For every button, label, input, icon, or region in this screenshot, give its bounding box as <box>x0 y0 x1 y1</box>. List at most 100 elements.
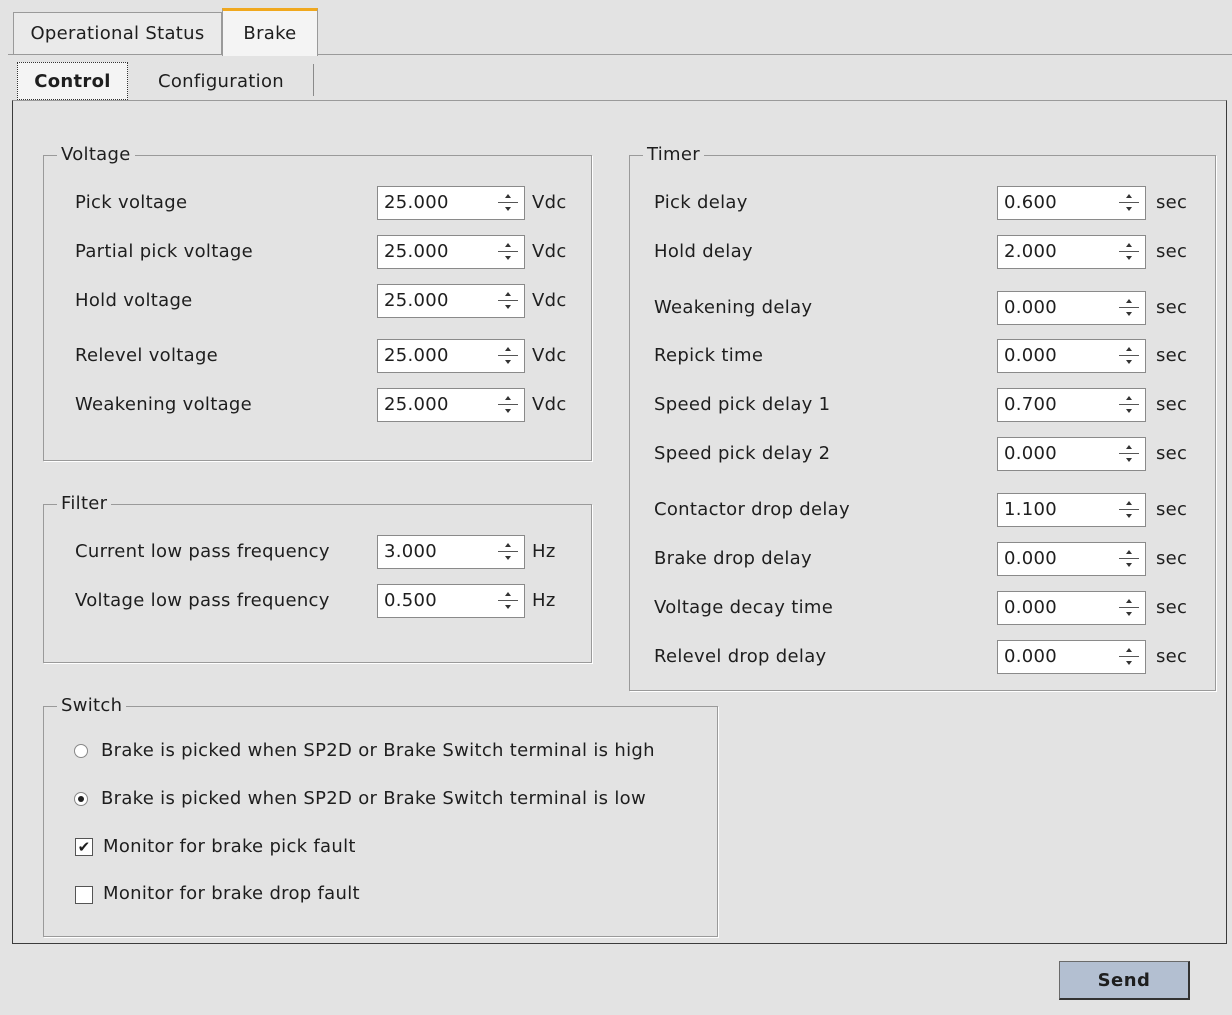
spin-buttons <box>494 343 522 369</box>
spin-buttons <box>1115 190 1143 216</box>
spin-down-icon[interactable] <box>1115 608 1143 620</box>
spin-value[interactable]: 0.700 <box>1004 394 1057 416</box>
spin-box[interactable]: 0.600 <box>997 186 1146 220</box>
field-label: Weakening voltage <box>75 394 253 415</box>
spin-down-icon[interactable] <box>1115 405 1143 417</box>
spin-up-icon[interactable] <box>494 392 522 404</box>
spin-down-icon[interactable] <box>1115 454 1143 466</box>
spin-box[interactable]: 25.000 <box>377 284 525 318</box>
unit-label: Vdc <box>532 290 567 311</box>
spin-value[interactable]: 25.000 <box>384 394 449 416</box>
field-label: Weakening delay <box>654 297 813 318</box>
spin-down-icon[interactable] <box>494 356 522 368</box>
spin-box[interactable]: 0.500 <box>377 584 525 618</box>
spin-box[interactable]: 25.000 <box>377 388 525 422</box>
spin-down-icon[interactable] <box>1115 657 1143 669</box>
spin-buttons <box>1115 595 1143 621</box>
spin-down-icon[interactable] <box>1115 203 1143 215</box>
spin-value[interactable]: 25.000 <box>384 345 449 367</box>
spin-up-icon[interactable] <box>1115 392 1143 404</box>
spin-up-icon[interactable] <box>494 539 522 551</box>
spin-down-icon[interactable] <box>494 252 522 264</box>
spin-value[interactable]: 0.000 <box>1004 443 1057 465</box>
spin-up-icon[interactable] <box>1115 595 1143 607</box>
field-label: Speed pick delay 1 <box>654 394 831 415</box>
spin-box[interactable]: 2.000 <box>997 235 1146 269</box>
tab-brake[interactable]: Brake <box>222 8 318 56</box>
spin-box[interactable]: 0.000 <box>997 437 1146 471</box>
spin-box[interactable]: 0.000 <box>997 339 1146 373</box>
spin-box[interactable]: 1.100 <box>997 493 1146 527</box>
tab-operational-status[interactable]: Operational Status <box>13 12 222 54</box>
spin-up-icon[interactable] <box>1115 343 1143 355</box>
field-label: Voltage low pass frequency <box>75 590 330 611</box>
spin-value[interactable]: 0.500 <box>384 590 437 612</box>
spin-value[interactable]: 0.000 <box>1004 646 1057 668</box>
spin-up-icon[interactable] <box>1115 546 1143 558</box>
spin-buttons <box>1115 644 1143 670</box>
spin-down-icon[interactable] <box>1115 559 1143 571</box>
spin-value[interactable]: 25.000 <box>384 192 449 214</box>
radio-terminal-high[interactable] <box>74 744 88 758</box>
unit-label: Vdc <box>532 192 567 213</box>
spin-up-icon[interactable] <box>1115 497 1143 509</box>
subtab-control[interactable]: Control <box>17 62 128 100</box>
checkbox-brake-pick-fault-label[interactable]: Monitor for brake pick fault <box>103 836 356 858</box>
spin-value[interactable]: 0.600 <box>1004 192 1057 214</box>
spin-value[interactable]: 25.000 <box>384 241 449 263</box>
radio-terminal-high-label[interactable]: Brake is picked when SP2D or Brake Switc… <box>101 740 655 762</box>
spin-box[interactable]: 0.000 <box>997 542 1146 576</box>
spin-up-icon[interactable] <box>1115 295 1143 307</box>
spin-value[interactable]: 0.000 <box>1004 597 1057 619</box>
spin-box[interactable]: 0.000 <box>997 291 1146 325</box>
spin-down-icon[interactable] <box>494 301 522 313</box>
spin-up-icon[interactable] <box>494 239 522 251</box>
spin-buttons <box>1115 546 1143 572</box>
checkbox-brake-pick-fault[interactable]: ✔ <box>75 838 93 856</box>
unit-label: sec <box>1156 499 1188 520</box>
spin-box[interactable]: 25.000 <box>377 235 525 269</box>
spin-up-icon[interactable] <box>494 343 522 355</box>
spin-value[interactable]: 3.000 <box>384 541 437 563</box>
spin-up-icon[interactable] <box>1115 190 1143 202</box>
subtab-label: Configuration <box>158 70 284 92</box>
spin-up-icon[interactable] <box>494 588 522 600</box>
send-button[interactable]: Send <box>1059 961 1190 1000</box>
spin-buttons <box>1115 441 1143 467</box>
spin-value[interactable]: 0.000 <box>1004 548 1057 570</box>
spin-box[interactable]: 25.000 <box>377 186 525 220</box>
spin-value[interactable]: 2.000 <box>1004 241 1057 263</box>
spin-box[interactable]: 0.000 <box>997 591 1146 625</box>
radio-terminal-low[interactable] <box>74 792 88 806</box>
unit-label: Hz <box>532 590 556 611</box>
spin-box[interactable]: 25.000 <box>377 339 525 373</box>
spin-up-icon[interactable] <box>494 288 522 300</box>
spin-up-icon[interactable] <box>1115 644 1143 656</box>
spin-box[interactable]: 0.700 <box>997 388 1146 422</box>
spin-down-icon[interactable] <box>1115 252 1143 264</box>
spin-up-icon[interactable] <box>1115 239 1143 251</box>
checkbox-brake-drop-fault[interactable] <box>75 886 93 904</box>
spin-down-icon[interactable] <box>494 203 522 215</box>
spin-value[interactable]: 0.000 <box>1004 345 1057 367</box>
spin-down-icon[interactable] <box>1115 510 1143 522</box>
spin-up-icon[interactable] <box>494 190 522 202</box>
spin-box[interactable]: 0.000 <box>997 640 1146 674</box>
checkbox-brake-drop-fault-label[interactable]: Monitor for brake drop fault <box>103 883 360 905</box>
spin-down-icon[interactable] <box>494 601 522 613</box>
unit-label: sec <box>1156 241 1188 262</box>
spin-down-icon[interactable] <box>1115 308 1143 320</box>
subtab-configuration[interactable]: Configuration <box>134 62 308 100</box>
spin-value[interactable]: 1.100 <box>1004 499 1057 521</box>
spin-box[interactable]: 3.000 <box>377 535 525 569</box>
spin-down-icon[interactable] <box>494 552 522 564</box>
spin-value[interactable]: 25.000 <box>384 290 449 312</box>
spin-value[interactable]: 0.000 <box>1004 297 1057 319</box>
radio-terminal-low-label[interactable]: Brake is picked when SP2D or Brake Switc… <box>101 788 646 810</box>
spin-down-icon[interactable] <box>1115 356 1143 368</box>
field-label: Hold voltage <box>75 290 193 311</box>
spin-up-icon[interactable] <box>1115 441 1143 453</box>
field-label: Speed pick delay 2 <box>654 443 831 464</box>
field-label: Contactor drop delay <box>654 499 850 520</box>
spin-down-icon[interactable] <box>494 405 522 417</box>
